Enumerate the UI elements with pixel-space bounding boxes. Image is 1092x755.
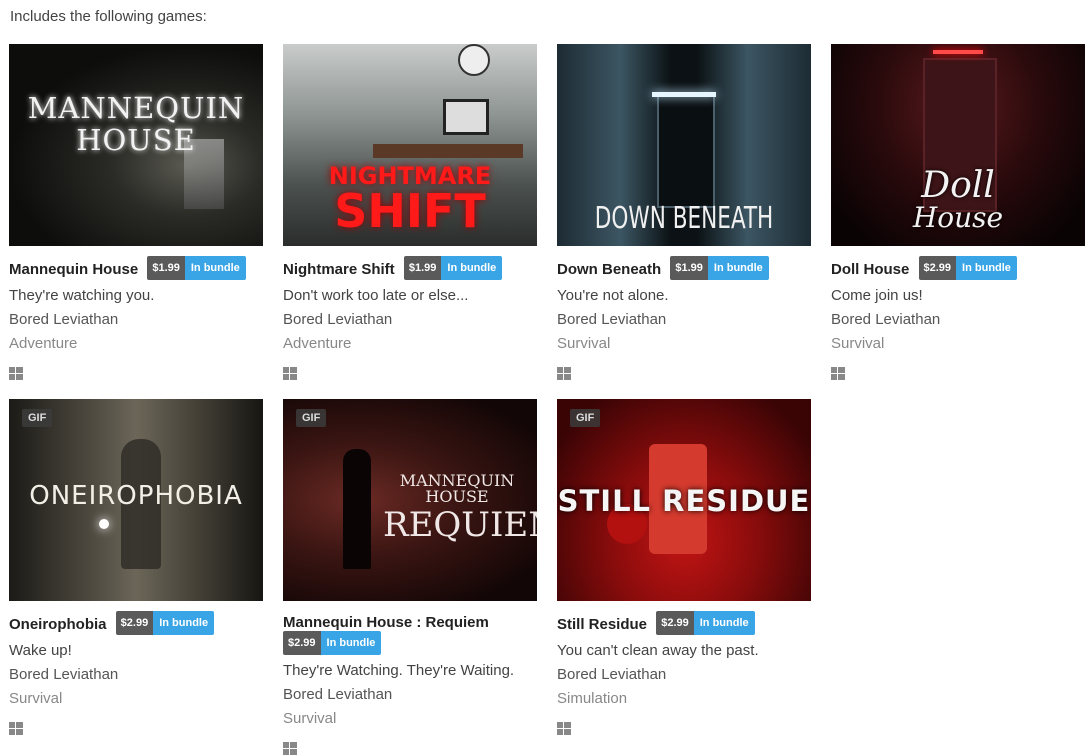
developer-link[interactable]: Bored Leviathan [283, 685, 537, 705]
genre-label: Survival [831, 335, 885, 352]
developer-link[interactable]: Bored Leviathan [9, 665, 263, 685]
game-tagline: You can't clean away the past. [557, 642, 759, 659]
thumbnail-title: NIGHTMARE SHIFT [328, 162, 492, 238]
gif-badge: GIF [296, 409, 327, 427]
game-card: Doll House Doll House $2.99 In bundle Come… [831, 44, 1085, 380]
game-thumbnail[interactable]: Doll House [831, 44, 1085, 246]
developer-link[interactable]: Bored Leviathan [831, 310, 1085, 330]
developer-link[interactable]: Bored Leviathan [9, 310, 263, 330]
game-thumbnail[interactable]: GIF MANNEQUIN HOUSE REQUIEM [283, 399, 537, 601]
game-tagline: Come join us! [831, 287, 923, 304]
section-heading: Includes the following games: [10, 8, 207, 25]
thumbnail-title: ONEIROPHOBIA [29, 481, 243, 511]
game-title-link[interactable]: Oneirophobia [9, 616, 107, 633]
gif-badge: GIF [22, 409, 53, 427]
bundle-tag: In bundle [956, 256, 1017, 280]
gif-badge: GIF [570, 409, 601, 427]
game-thumbnail[interactable]: GIF ONEIROPHOBIA [9, 399, 263, 601]
bundle-tag: In bundle [693, 611, 755, 635]
game-title-link[interactable]: Mannequin House [9, 261, 138, 278]
game-thumbnail[interactable]: NIGHTMARE SHIFT [283, 44, 537, 246]
price-badge: $1.99 In bundle [147, 256, 246, 280]
game-card: DOWN BENEATH Down Beneath $1.99 In bundle… [557, 44, 811, 380]
thumbnail-title: MANNEQUIN HOUSE [27, 91, 245, 157]
price-badge: $1.99 In bundle [403, 256, 503, 280]
bundle-tag: In bundle [707, 256, 769, 280]
game-thumbnail[interactable]: DOWN BENEATH [557, 44, 811, 246]
windows-icon [9, 367, 23, 380]
genre-label: Survival [557, 335, 611, 352]
windows-icon [557, 367, 571, 380]
game-tagline: They're watching you. [9, 287, 155, 304]
price-badge: $2.99 In bundle [115, 611, 215, 635]
game-tagline: You're not alone. [557, 287, 669, 304]
game-thumbnail[interactable]: MANNEQUIN HOUSE [9, 44, 263, 246]
game-title-link[interactable]: Still Residue [557, 616, 647, 633]
bundle-tag: In bundle [153, 611, 215, 635]
game-tagline: They're Watching. They're Waiting. [283, 662, 515, 679]
bundle-tag: In bundle [184, 256, 246, 280]
genre-label: Survival [9, 690, 63, 707]
developer-link[interactable]: Bored Leviathan [557, 665, 811, 685]
game-card: NIGHTMARE SHIFT Nightmare Shift $1.99 In … [283, 44, 537, 380]
genre-label: Adventure [283, 335, 352, 352]
bundle-tag: In bundle [441, 256, 503, 280]
game-card: MANNEQUIN HOUSE Mannequin House $1.99 In b… [9, 44, 263, 380]
game-card: GIF MANNEQUIN HOUSE REQUIEM Mannequin Ho… [283, 399, 537, 755]
thumbnail-title: DOWN BENEATH [594, 201, 774, 236]
windows-icon [831, 367, 845, 380]
price-badge: $1.99 In bundle [670, 256, 769, 280]
price-badge: $2.99 In bundle [656, 611, 755, 635]
genre-label: Survival [283, 710, 337, 727]
game-tagline: Wake up! [9, 642, 72, 659]
game-title-link[interactable]: Mannequin House : Requiem [283, 614, 489, 631]
game-title-link[interactable]: Down Beneath [557, 261, 661, 278]
game-card: GIF ONEIROPHOBIA Oneirophobia $2.99 In bu… [9, 399, 263, 735]
developer-link[interactable]: Bored Leviathan [283, 310, 537, 330]
game-card: GIF STILL RESIDUE Still Residue $2.99 In … [557, 399, 811, 735]
developer-link[interactable]: Bored Leviathan [557, 310, 811, 330]
game-thumbnail[interactable]: GIF STILL RESIDUE [557, 399, 811, 601]
genre-label: Simulation [557, 690, 628, 707]
thumbnail-title: MANNEQUIN HOUSE REQUIEM [383, 471, 537, 546]
price-badge: $2.99 In bundle [283, 631, 382, 655]
thumbnail-title: STILL RESIDUE [557, 484, 811, 518]
thumbnail-title: Doll House [912, 165, 1004, 234]
windows-icon [283, 742, 297, 755]
price-badge: $2.99 In bundle [918, 256, 1017, 280]
game-title-link[interactable]: Nightmare Shift [283, 261, 395, 278]
game-title-link[interactable]: Doll House [831, 261, 909, 278]
genre-label: Adventure [9, 335, 78, 352]
game-tagline: Don't work too late or else... [283, 287, 469, 304]
bundle-tag: In bundle [320, 631, 382, 655]
windows-icon [283, 367, 297, 380]
windows-icon [9, 722, 23, 735]
windows-icon [557, 722, 571, 735]
